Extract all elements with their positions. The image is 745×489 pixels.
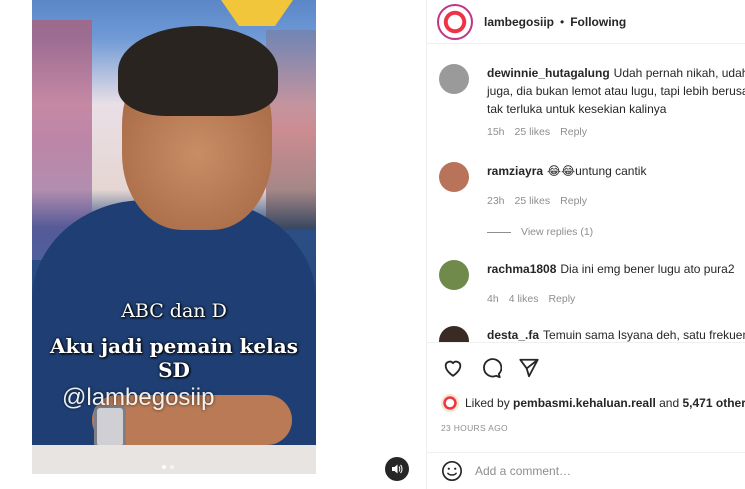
person-hair — [118, 26, 278, 116]
table — [32, 445, 316, 474]
liked-by-user[interactable]: pembasmi.kehaluan.reall — [513, 396, 656, 410]
avatar[interactable] — [437, 3, 473, 40]
comments-list[interactable]: dewinnie_hutagalung Udah pernah nikah, ud… — [427, 50, 745, 342]
comment-body: desta_.fa Temuin sama Isyana deh, satu fr… — [487, 326, 745, 342]
view-replies-button[interactable]: View replies (1) — [487, 226, 593, 238]
comment-time: 15h — [487, 126, 505, 138]
post-header: lambegosiip • Following — [427, 0, 745, 44]
following-button[interactable]: Following — [570, 15, 626, 29]
video-caption-line1: ABC dan D — [121, 300, 227, 322]
avatar[interactable] — [439, 326, 469, 342]
account-username[interactable]: lambegosiip — [484, 15, 554, 29]
comment-body: dewinnie_hutagalung Udah pernah nikah, ud… — [487, 64, 745, 118]
avatar[interactable] — [441, 394, 459, 412]
separator-dot: • — [560, 14, 565, 29]
comment-username[interactable]: rachma1808 — [487, 262, 556, 276]
comment-text: Dia ini emg bener lugu ato pura2 — [560, 262, 735, 276]
avatar[interactable] — [439, 162, 469, 192]
liked-by-and: and — [659, 396, 680, 410]
comment-time: 23h — [487, 195, 505, 207]
video-caption-line2: Aku jadi pemain kelas SD — [50, 334, 298, 382]
post-actions-bar — [427, 342, 745, 392]
comment-username[interactable]: dewinnie_hutagalung — [487, 66, 610, 80]
account-logo — [441, 7, 469, 36]
share-button[interactable] — [517, 356, 541, 380]
comment-username[interactable]: desta_.fa — [487, 328, 539, 342]
reply-button[interactable]: Reply — [548, 293, 575, 305]
reply-button[interactable]: Reply — [560, 126, 587, 138]
view-replies-label: View replies (1) — [521, 226, 594, 238]
comment-username[interactable]: ramziayra — [487, 164, 543, 178]
post-media-area: ABC dan D Aku jadi pemain kelas SD @lamb… — [0, 0, 426, 489]
post-timestamp[interactable]: 23 HOURS AGO — [441, 423, 508, 433]
post-video[interactable]: ABC dan D Aku jadi pemain kelas SD @lamb… — [32, 0, 316, 474]
comment-input[interactable]: Add a comment… — [475, 464, 571, 478]
likes-count[interactable]: 5,471 others — [683, 396, 745, 410]
avatar[interactable] — [439, 64, 469, 94]
paper-plane-icon — [519, 358, 539, 377]
comment-text: 😂😂untung cantik — [547, 164, 647, 178]
slide-indicator — [162, 465, 174, 469]
comment-meta: 23h 25 likes Reply — [487, 195, 587, 207]
comment-likes[interactable]: 4 likes — [509, 293, 539, 305]
comment-meta: 15h 25 likes Reply — [487, 126, 587, 138]
comment-time: 4h — [487, 293, 499, 305]
star-decor — [221, 0, 293, 26]
comment-meta: 4h 4 likes Reply — [487, 293, 575, 305]
reply-button[interactable]: Reply — [560, 195, 587, 207]
likes-summary: Liked by pembasmi.kehaluan.reall and 5,4… — [441, 394, 745, 412]
avatar[interactable] — [439, 260, 469, 290]
comment-body: rachma1808 Dia ini emg bener lugu ato pur… — [487, 260, 745, 278]
slide-dot-active — [162, 465, 166, 469]
post-side-panel: lambegosiip • Following dewinnie_hutagal… — [426, 0, 745, 489]
video-watermark: @lambegosiip — [62, 384, 215, 411]
add-comment-bar: Add a comment… — [427, 452, 745, 489]
audio-toggle-button[interactable] — [385, 457, 409, 481]
comment-button[interactable] — [479, 356, 503, 380]
comment-text: Temuin sama Isyana deh, satu frekuensi — [543, 328, 745, 342]
like-button[interactable] — [441, 356, 465, 380]
speaker-icon — [392, 464, 403, 474]
slide-dot — [170, 465, 174, 469]
comment-likes[interactable]: 25 likes — [515, 126, 551, 138]
heart-icon — [444, 360, 462, 377]
comment-likes[interactable]: 25 likes — [515, 195, 551, 207]
liked-by-prefix: Liked by — [465, 396, 510, 410]
comment-bubble-icon — [483, 357, 502, 378]
comment-body: ramziayra 😂😂untung cantik — [487, 162, 745, 180]
divider — [487, 231, 511, 233]
emoji-icon[interactable] — [441, 460, 463, 482]
